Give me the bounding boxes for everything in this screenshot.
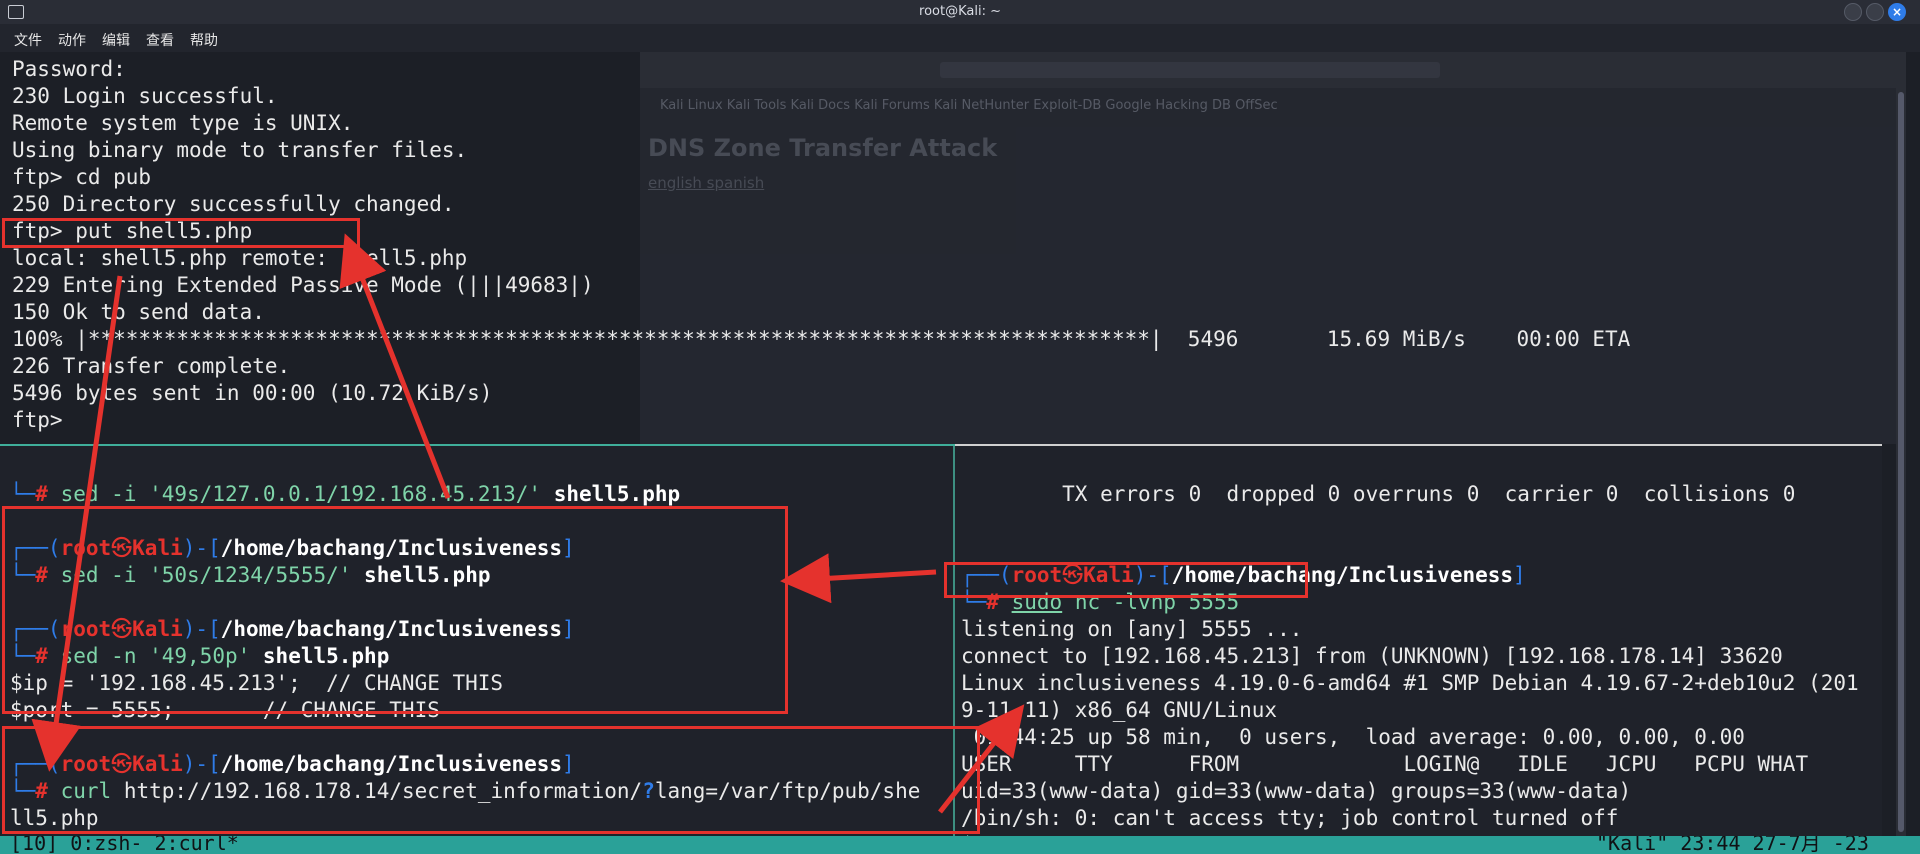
menu-bar: 文件 动作 编辑 查看 帮助 xyxy=(0,24,1920,52)
ftp-line: 150 Ok to send data. xyxy=(12,300,265,324)
annotation-box-sed xyxy=(2,506,788,714)
scrollbar-thumb[interactable] xyxy=(1898,92,1904,832)
ftp-line: local: shell5.php remote: shell5.php xyxy=(12,246,468,270)
close-button[interactable]: × xyxy=(1888,3,1906,21)
minimize-button[interactable] xyxy=(1844,3,1862,21)
ftp-line: 226 Transfer complete. xyxy=(12,354,291,378)
ftp-line: Using binary mode to transfer files. xyxy=(12,138,468,162)
maximize-button[interactable] xyxy=(1866,3,1884,21)
window-titlebar: root@Kali: ~ × xyxy=(0,0,1920,24)
menu-edit[interactable]: 编辑 xyxy=(102,30,130,50)
ftp-line: ftp> xyxy=(12,408,63,432)
menu-view[interactable]: 查看 xyxy=(146,30,174,50)
sed-command-1: sed -i '49s/127.0.0.1/192.168.45.213/' xyxy=(60,482,554,506)
ifconfig-tx-line: TX errors 0 dropped 0 overruns 0 carrier… xyxy=(961,482,1796,506)
annotation-box-nc xyxy=(944,562,1308,598)
terminal-pane-right[interactable]: TX errors 0 dropped 0 overruns 0 carrier… xyxy=(955,446,1882,836)
ftp-line: 100% |**********************************… xyxy=(12,327,1631,351)
annotation-box-put xyxy=(2,218,360,248)
ftp-line: 5496 bytes sent in 00:00 (10.72 KiB/s) xyxy=(12,381,493,405)
sed-file-1: shell5.php xyxy=(553,482,681,506)
scrollbar[interactable] xyxy=(1896,52,1906,836)
ftp-line: 230 Login successful. xyxy=(12,84,278,108)
status-right: "Kali" 23:44 27-7月 -23 xyxy=(1596,836,1869,854)
tmux-status-bar: [10] 0:zsh- 2:curl* "Kali" 23:44 27-7月 -… xyxy=(0,836,1920,854)
ftp-line: Remote system type is UNIX. xyxy=(12,111,354,135)
annotation-box-curl xyxy=(2,726,980,834)
status-windows: [10] 0:zsh- 2:curl* xyxy=(10,836,239,854)
ftp-line: 250 Directory successfully changed. xyxy=(12,192,455,216)
ftp-line: 229 Entering Extended Passive Mode (|||4… xyxy=(12,273,594,297)
right-pane-content: TX errors 0 dropped 0 overruns 0 carrier… xyxy=(961,454,1859,836)
menu-file[interactable]: 文件 xyxy=(14,30,42,50)
menu-help[interactable]: 帮助 xyxy=(190,30,218,50)
menu-action[interactable]: 动作 xyxy=(58,30,86,50)
ftp-line: ftp> cd pub xyxy=(12,165,152,189)
ftp-line: Password: xyxy=(12,57,126,81)
window-title: root@Kali: ~ xyxy=(919,4,1001,19)
